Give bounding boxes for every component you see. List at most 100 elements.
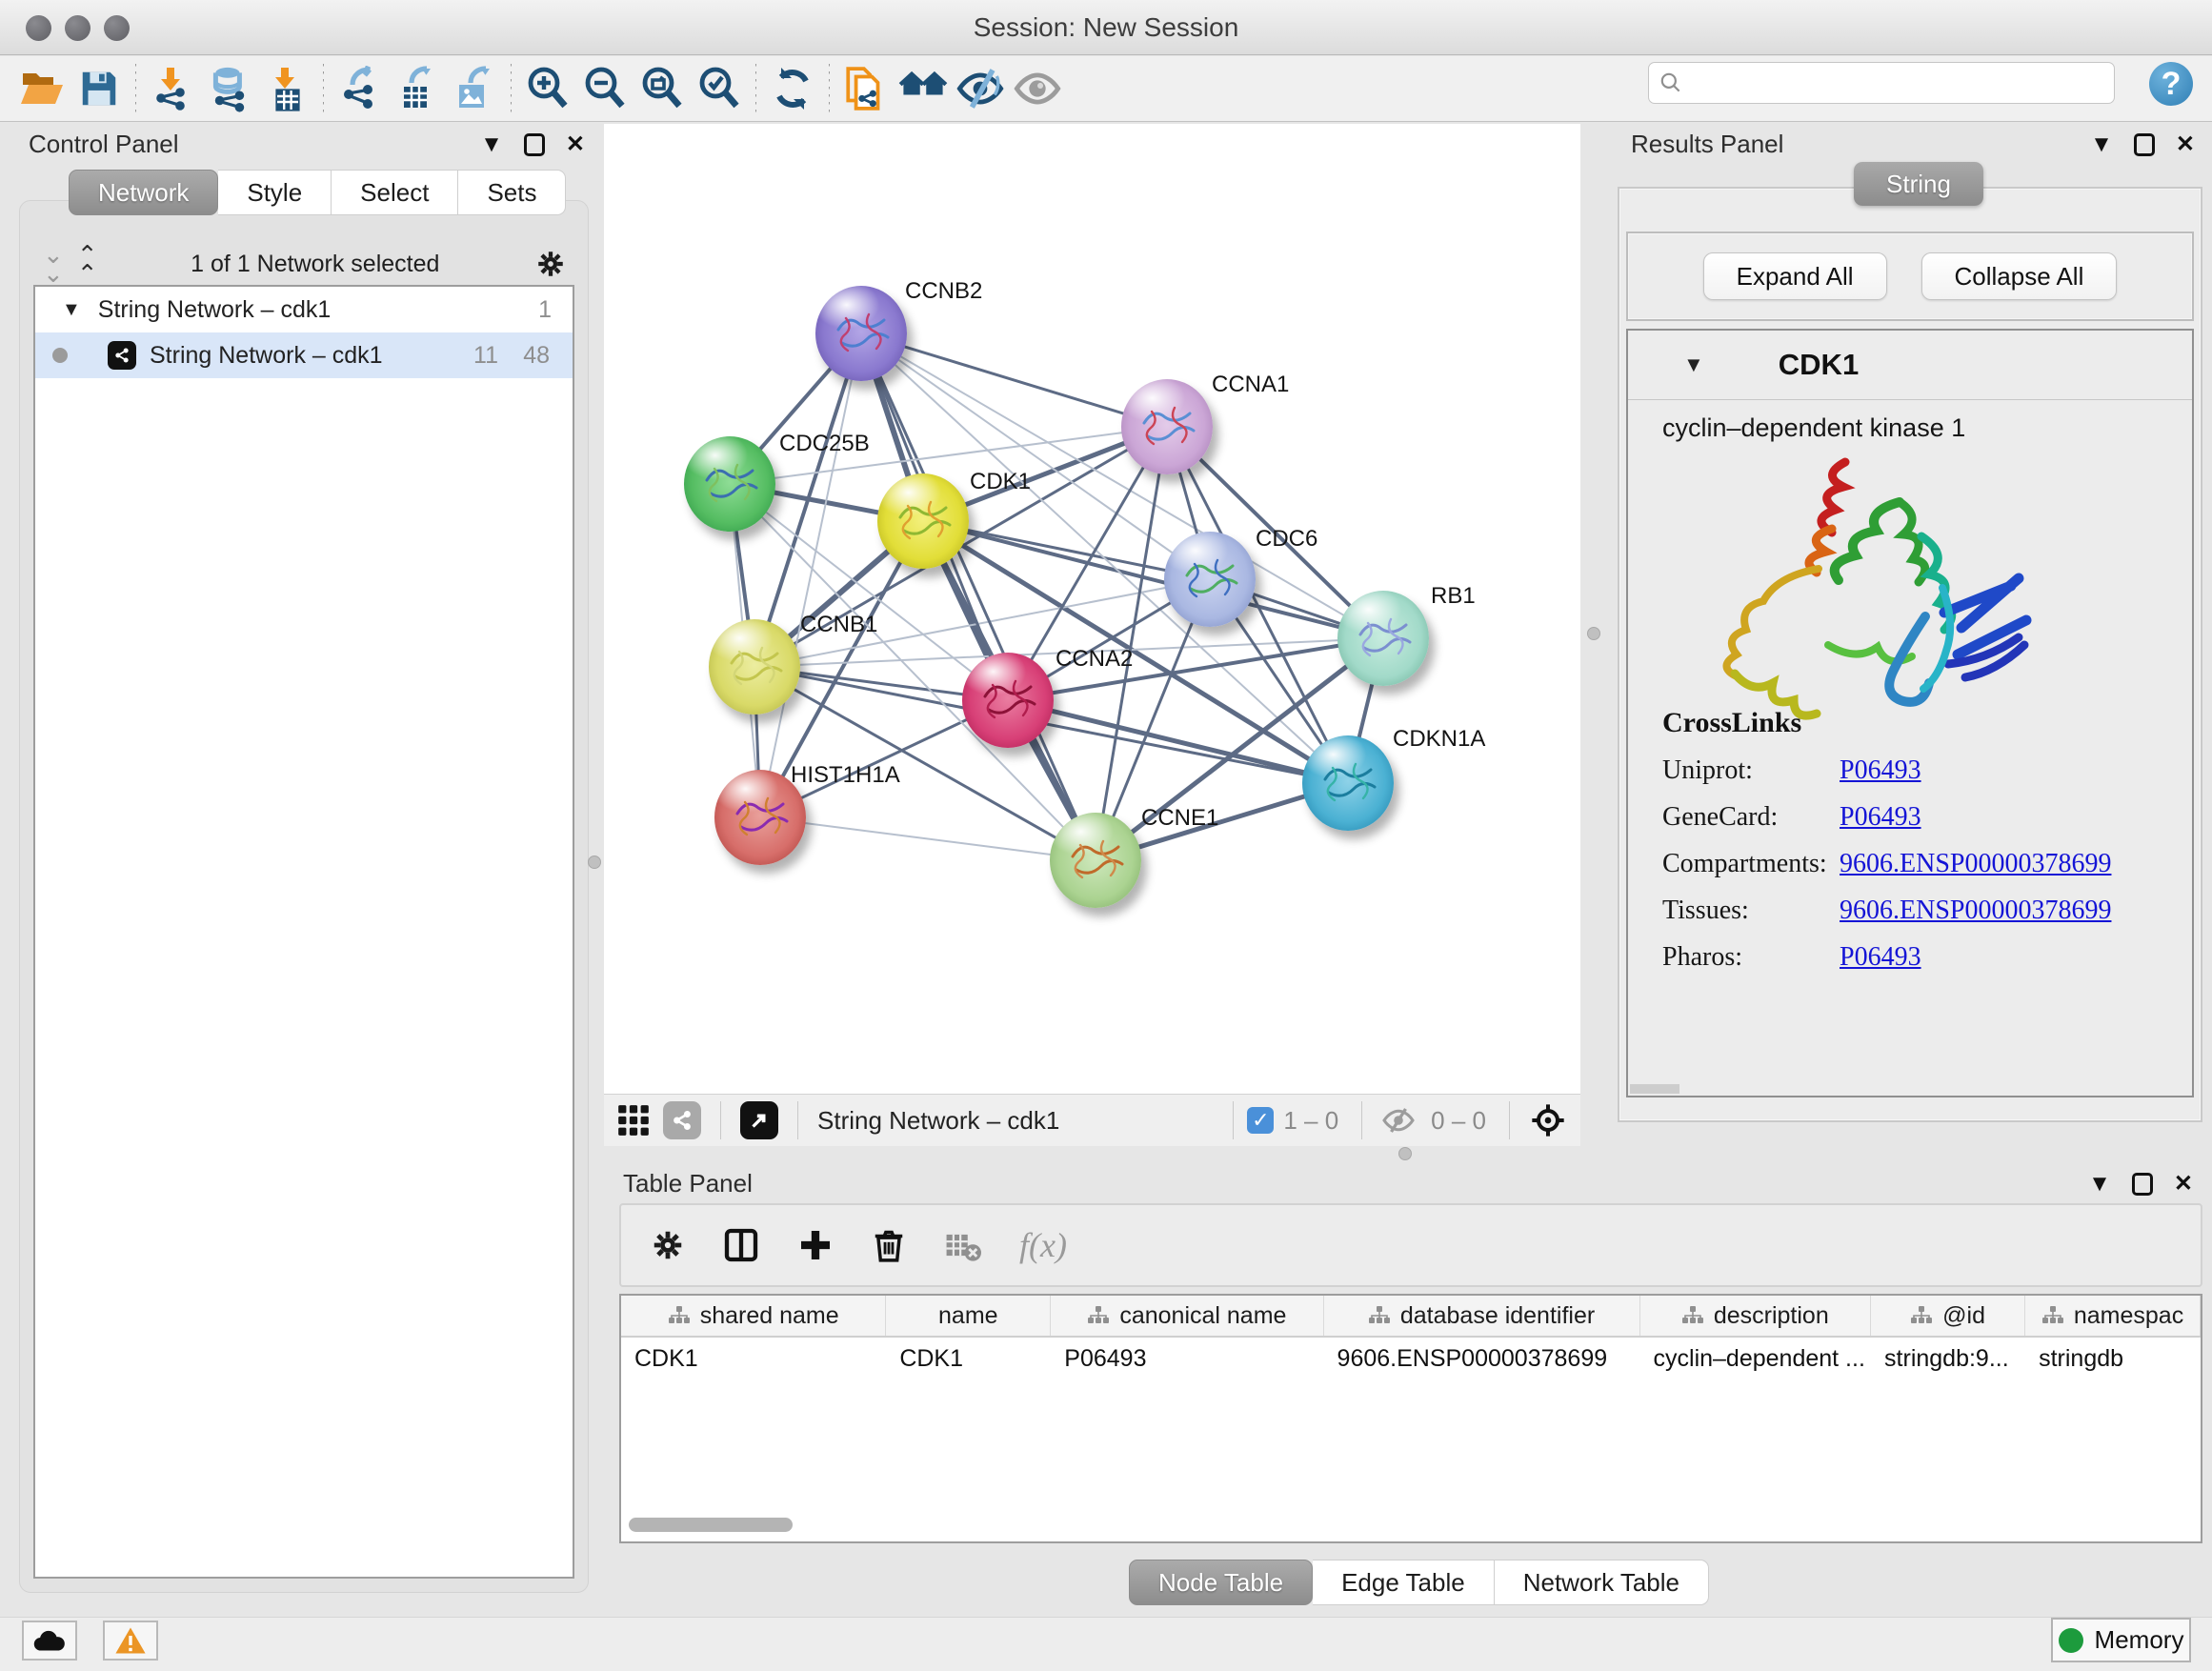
zoom-fit-button[interactable]	[633, 60, 691, 117]
tree-expander-icon[interactable]: ▼	[62, 299, 81, 321]
left-splitter-handle[interactable]	[588, 856, 601, 869]
zoom-selected-button[interactable]	[691, 60, 748, 117]
table-hscrollbar[interactable]	[629, 1518, 793, 1532]
export-table-button[interactable]	[389, 60, 446, 117]
column-header-name[interactable]: name	[886, 1296, 1051, 1336]
show-grid-icon[interactable]	[615, 1102, 652, 1138]
column-header-namespac[interactable]: namespac	[2025, 1296, 2201, 1336]
network-edge[interactable]	[760, 817, 1096, 860]
open-session-button[interactable]	[13, 60, 70, 117]
tab-edge-table[interactable]: Edge Table	[1313, 1560, 1495, 1605]
detach-view-icon[interactable]	[740, 1101, 778, 1139]
search-input[interactable]	[1683, 70, 2083, 96]
panel-float-icon[interactable]	[524, 133, 545, 156]
tab-select[interactable]: Select	[332, 170, 458, 215]
network-node-ccnb2[interactable]	[815, 286, 907, 381]
tab-node-table[interactable]: Node Table	[1129, 1560, 1313, 1605]
network-node-ccne1[interactable]	[1050, 813, 1141, 908]
column-header--id[interactable]: @id	[1871, 1296, 2025, 1336]
network-options-gear-icon[interactable]	[534, 248, 567, 280]
delete-column-icon[interactable]	[871, 1226, 907, 1264]
network-row[interactable]: String Network – cdk1 11 48	[35, 332, 573, 378]
panel-menu-icon[interactable]: ▼	[2088, 1171, 2111, 1198]
tab-network-table[interactable]: Network Table	[1495, 1560, 1709, 1605]
network-node-ccnb1[interactable]	[709, 619, 800, 715]
expand-all-button[interactable]: Expand All	[1703, 252, 1887, 300]
network-view-share-icon[interactable]	[663, 1101, 701, 1139]
delete-table-icon[interactable]	[943, 1227, 983, 1263]
table-cell[interactable]: CDK1	[621, 1338, 886, 1379]
import-network-file-button[interactable]	[144, 60, 201, 117]
network-edge[interactable]	[861, 333, 1167, 427]
warnings-button[interactable]	[103, 1621, 158, 1661]
panel-menu-icon[interactable]: ▼	[2090, 131, 2113, 158]
right-splitter-handle[interactable]	[1587, 627, 1600, 640]
hide-selected-button[interactable]	[952, 60, 1009, 117]
column-header-database-identifier[interactable]: database identifier	[1324, 1296, 1640, 1336]
collapse-all-button[interactable]: Collapse All	[1921, 252, 2118, 300]
tab-sets[interactable]: Sets	[458, 170, 566, 215]
table-cell[interactable]: 9606.ENSP00000378699	[1324, 1338, 1640, 1379]
network-collection-row[interactable]: ▼ String Network – cdk1 1	[35, 287, 573, 332]
gene-section-scrollbar[interactable]	[1630, 1084, 1679, 1094]
table-cell[interactable]: P06493	[1051, 1338, 1323, 1379]
selected-nodes-checkbox[interactable]: ✓	[1247, 1107, 1274, 1134]
panel-close-icon[interactable]: ✕	[2174, 1170, 2193, 1198]
column-header-canonical-name[interactable]: canonical name	[1051, 1296, 1323, 1336]
birds-eye-view-icon[interactable]	[1529, 1101, 1567, 1139]
hidden-elements-icon[interactable]	[1381, 1103, 1416, 1137]
panel-float-icon[interactable]	[2134, 133, 2155, 156]
table-row[interactable]: CDK1CDK1P064939606.ENSP00000378699cyclin…	[621, 1338, 2201, 1379]
network-canvas[interactable]: CCNB2CCNA1CDC25BCDK1CDC6RB1CCNB1CCNA2CDK…	[604, 124, 1580, 1100]
panel-close-icon[interactable]: ✕	[566, 131, 585, 158]
table-cell[interactable]: cyclin–dependent ...	[1640, 1338, 1872, 1379]
string-home-button[interactable]	[895, 60, 952, 117]
section-collapse-icon[interactable]: ▼	[1683, 352, 1704, 377]
network-node-cdc6[interactable]	[1164, 532, 1256, 627]
gene-section-header[interactable]: ▼ CDK1	[1628, 331, 2192, 400]
tab-style[interactable]: Style	[218, 170, 332, 215]
crosslink-link[interactable]: P06493	[1840, 942, 1921, 973]
bottom-splitter-handle[interactable]	[1398, 1147, 1412, 1160]
network-edge[interactable]	[1008, 700, 1348, 783]
show-column-icon[interactable]	[722, 1226, 760, 1264]
help-button[interactable]: ?	[2149, 62, 2193, 106]
collapse-all-networks-icon[interactable]: ⌄⌄	[43, 245, 62, 283]
table-cell[interactable]: stringdb	[2025, 1338, 2201, 1379]
network-node-cdkn1a[interactable]	[1302, 735, 1394, 831]
column-header-description[interactable]: description	[1640, 1296, 1872, 1336]
function-builder-icon[interactable]: f(x)	[1019, 1225, 1067, 1265]
add-column-icon[interactable]	[796, 1226, 835, 1264]
zoom-out-button[interactable]	[576, 60, 633, 117]
column-header-shared-name[interactable]: shared name	[621, 1296, 886, 1336]
network-node-cdk1[interactable]	[877, 473, 969, 569]
network-node-cdc25b[interactable]	[684, 436, 775, 532]
crosslink-link[interactable]: 9606.ENSP00000378699	[1840, 849, 2111, 879]
tab-string[interactable]: String	[1854, 162, 1983, 206]
network-node-ccna2[interactable]	[962, 653, 1054, 748]
export-network-button[interactable]	[332, 60, 389, 117]
panel-menu-icon[interactable]: ▼	[480, 131, 503, 158]
cloud-status-button[interactable]	[22, 1621, 77, 1661]
table-cell[interactable]: stringdb:9...	[1871, 1338, 2025, 1379]
network-node-rb1[interactable]	[1337, 591, 1429, 686]
network-node-ccna1[interactable]	[1121, 379, 1213, 474]
panel-float-icon[interactable]	[2132, 1173, 2153, 1196]
search-field[interactable]	[1648, 62, 2115, 104]
show-all-button[interactable]	[1009, 60, 1066, 117]
refresh-button[interactable]	[764, 60, 821, 117]
tab-network[interactable]: Network	[69, 170, 218, 215]
memory-button[interactable]: Memory	[2051, 1618, 2191, 1662]
zoom-in-button[interactable]	[519, 60, 576, 117]
crosslink-link[interactable]: P06493	[1840, 802, 1921, 833]
import-network-database-button[interactable]	[201, 60, 258, 117]
panel-close-icon[interactable]: ✕	[2176, 131, 2195, 158]
import-table-button[interactable]	[258, 60, 315, 117]
table-cell[interactable]: CDK1	[886, 1338, 1051, 1379]
export-image-button[interactable]	[446, 60, 503, 117]
crosslink-link[interactable]: 9606.ENSP00000378699	[1840, 896, 2111, 926]
network-from-selection-button[interactable]	[837, 60, 895, 117]
expand-all-networks-icon[interactable]: ⌃⌃	[77, 245, 96, 283]
table-options-gear-icon[interactable]	[650, 1227, 686, 1263]
crosslink-link[interactable]: P06493	[1840, 755, 1921, 786]
